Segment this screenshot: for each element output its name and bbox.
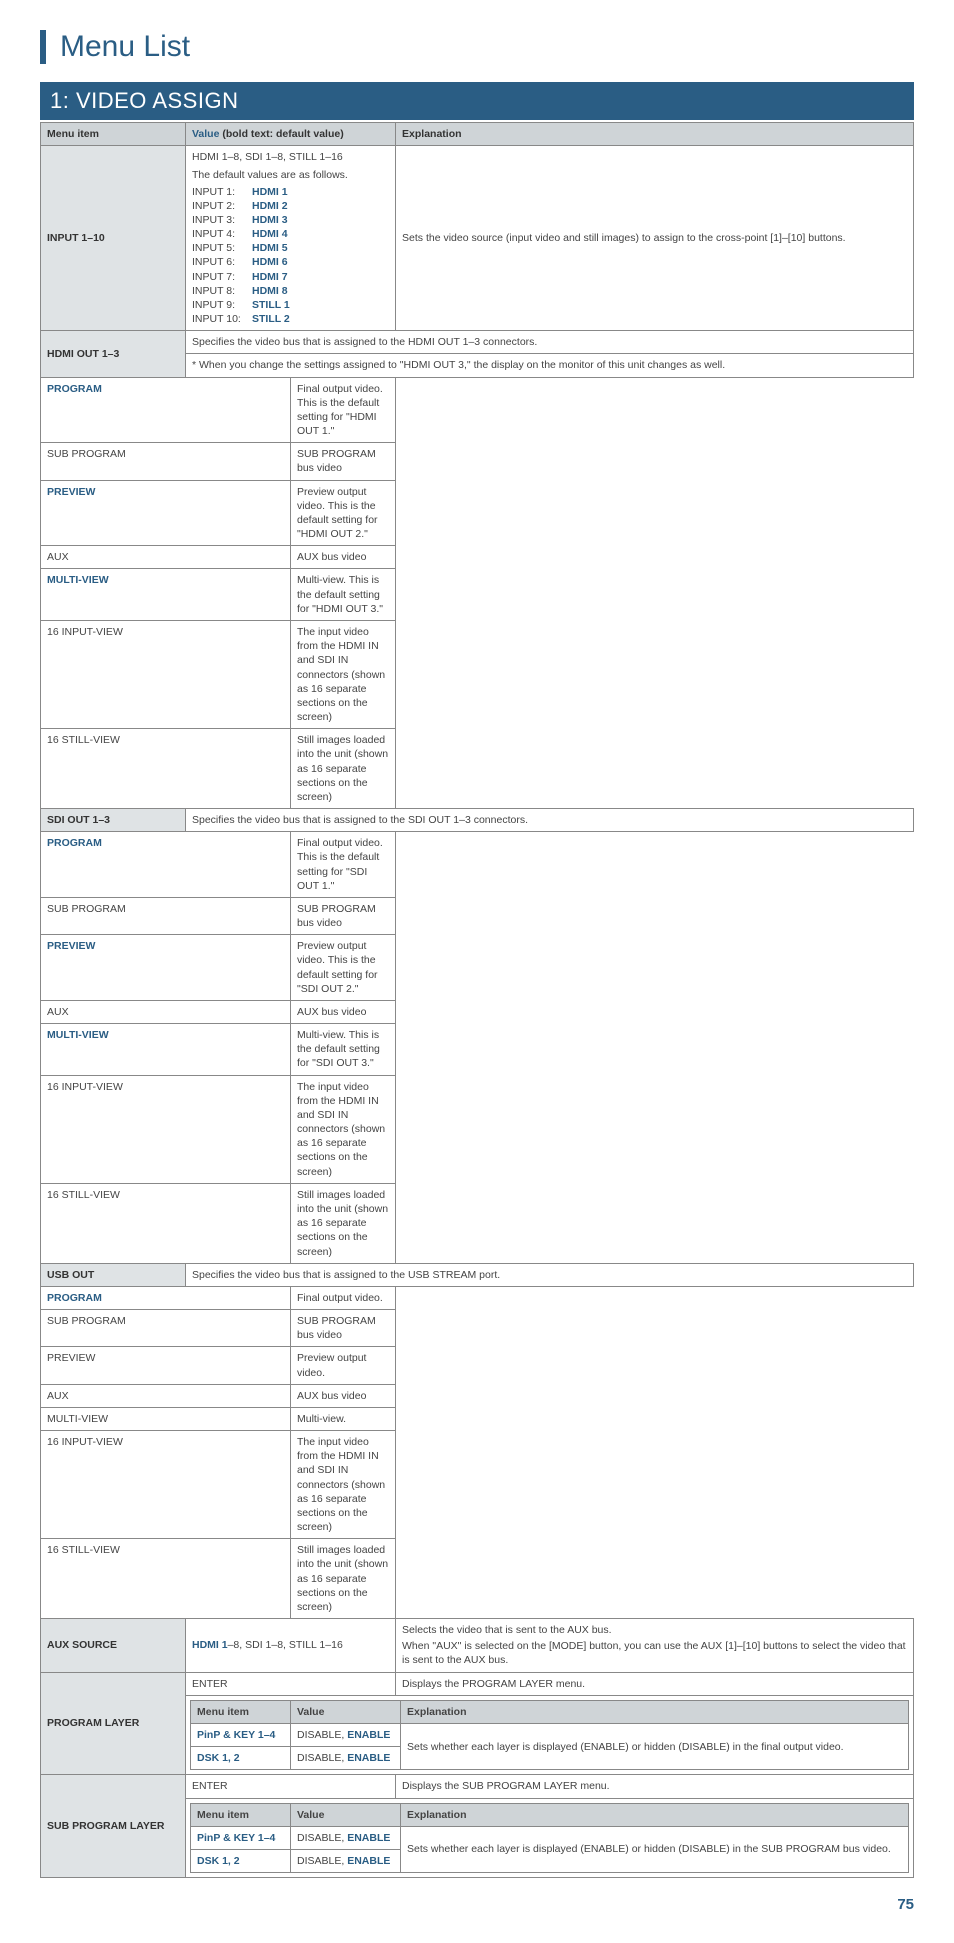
expl-cell: Preview output video. This is the defaul… [291, 480, 396, 546]
value-cell: AUX [41, 546, 291, 569]
value-cell: PROGRAM [41, 377, 291, 443]
menu-sublayer: SUB PROGRAM LAYER [41, 1775, 186, 1878]
value-cell: PROGRAM [41, 832, 291, 898]
value-cell: MULTI-VIEW [41, 1407, 291, 1430]
menu-proglayer: PROGRAM LAYER [41, 1672, 186, 1775]
value-cell: PREVIEW [41, 480, 291, 546]
input-default-row: INPUT 1:HDMI 1 [192, 185, 389, 199]
input-default-row: INPUT 4:HDMI 4 [192, 227, 389, 241]
usb-spec: Specifies the video bus that is assigned… [186, 1263, 914, 1286]
aux-expl: Selects the video that is sent to the AU… [396, 1619, 914, 1673]
expl-cell: AUX bus video [291, 1384, 396, 1407]
menu-sdi: SDI OUT 1–3 [41, 809, 186, 832]
value-cell: SUB PROGRAM [41, 1310, 291, 1347]
expl-cell: The input video from the HDMI IN and SDI… [291, 1431, 396, 1539]
value-cell: MULTI-VIEW [41, 1024, 291, 1076]
main-table: Menu item Value (bold text: default valu… [40, 122, 914, 1878]
value-cell: 16 STILL-VIEW [41, 1539, 291, 1619]
input-default-row: INPUT 3:HDMI 3 [192, 213, 389, 227]
value-cell: 16 INPUT-VIEW [41, 1075, 291, 1183]
expl-cell: The input video from the HDMI IN and SDI… [291, 1075, 396, 1183]
input-default-row: INPUT 8:HDMI 8 [192, 284, 389, 298]
value-cell: PROGRAM [41, 1286, 291, 1309]
value-cell: 16 INPUT-VIEW [41, 1431, 291, 1539]
input-values: HDMI 1–8, SDI 1–8, STILL 1–16 The defaul… [186, 146, 396, 331]
input-default-row: INPUT 10:STILL 2 [192, 312, 389, 326]
input-default-row: INPUT 9:STILL 1 [192, 298, 389, 312]
expl-cell: Preview output video. [291, 1347, 396, 1384]
expl-cell: Multi-view. This is the default setting … [291, 1024, 396, 1076]
sdi-spec: Specifies the video bus that is assigned… [186, 809, 914, 832]
expl-cell: SUB PROGRAM bus video [291, 443, 396, 480]
page-title-wrap: Menu List [40, 30, 914, 64]
hdr-menu: Menu item [41, 123, 186, 146]
value-cell: MULTI-VIEW [41, 569, 291, 621]
menu-hdmi: HDMI OUT 1–3 [41, 331, 186, 377]
expl-cell: Still images loaded into the unit (shown… [291, 729, 396, 809]
input-default-row: INPUT 5:HDMI 5 [192, 241, 389, 255]
menu-aux: AUX SOURCE [41, 1619, 186, 1673]
input-default-row: INPUT 7:HDMI 7 [192, 270, 389, 284]
aux-value: HDMI 1–8, SDI 1–8, STILL 1–16 [186, 1619, 396, 1673]
value-cell: AUX [41, 1384, 291, 1407]
expl-cell: SUB PROGRAM bus video [291, 897, 396, 934]
input-default-row: INPUT 6:HDMI 6 [192, 255, 389, 269]
expl-cell: Final output video. This is the default … [291, 832, 396, 898]
value-cell: PREVIEW [41, 1347, 291, 1384]
expl-cell: Multi-view. This is the default setting … [291, 569, 396, 621]
expl-cell: Still images loaded into the unit (shown… [291, 1183, 396, 1263]
expl-cell: Final output video. This is the default … [291, 377, 396, 443]
value-cell: 16 STILL-VIEW [41, 729, 291, 809]
page-number: 75 [40, 1896, 914, 1913]
expl-cell: SUB PROGRAM bus video [291, 1310, 396, 1347]
input-default-row: INPUT 2:HDMI 2 [192, 199, 389, 213]
sublayer-inner: Menu itemValueExplanation PinP & KEY 1–4… [190, 1803, 909, 1874]
section-banner: 1: VIDEO ASSIGN [40, 82, 914, 120]
sublayer-enter-e: Displays the SUB PROGRAM LAYER menu. [396, 1775, 914, 1798]
hdr-value: Value (bold text: default value) [186, 123, 396, 146]
hdr-expl: Explanation [396, 123, 914, 146]
expl-cell: AUX bus video [291, 1000, 396, 1023]
input-expl: Sets the video source (input video and s… [396, 146, 914, 331]
value-cell: SUB PROGRAM [41, 897, 291, 934]
menu-input: INPUT 1–10 [41, 146, 186, 331]
proglayer-enter: ENTER [186, 1672, 396, 1695]
sublayer-enter: ENTER [186, 1775, 396, 1798]
proglayer-inner: Menu itemValueExplanation PinP & KEY 1–4… [190, 1700, 909, 1771]
expl-cell: Still images loaded into the unit (shown… [291, 1539, 396, 1619]
hdmi-note: * When you change the settings assigned … [186, 354, 914, 377]
page-title: Menu List [60, 30, 914, 64]
expl-cell: Final output video. [291, 1286, 396, 1309]
expl-cell: Multi-view. [291, 1407, 396, 1430]
value-cell: 16 INPUT-VIEW [41, 620, 291, 728]
hdmi-spec: Specifies the video bus that is assigned… [186, 331, 914, 354]
menu-usb: USB OUT [41, 1263, 186, 1286]
value-cell: PREVIEW [41, 935, 291, 1001]
expl-cell: The input video from the HDMI IN and SDI… [291, 620, 396, 728]
expl-cell: Preview output video. This is the defaul… [291, 935, 396, 1001]
expl-cell: AUX bus video [291, 546, 396, 569]
proglayer-enter-e: Displays the PROGRAM LAYER menu. [396, 1672, 914, 1695]
value-cell: 16 STILL-VIEW [41, 1183, 291, 1263]
value-cell: SUB PROGRAM [41, 443, 291, 480]
value-cell: AUX [41, 1000, 291, 1023]
